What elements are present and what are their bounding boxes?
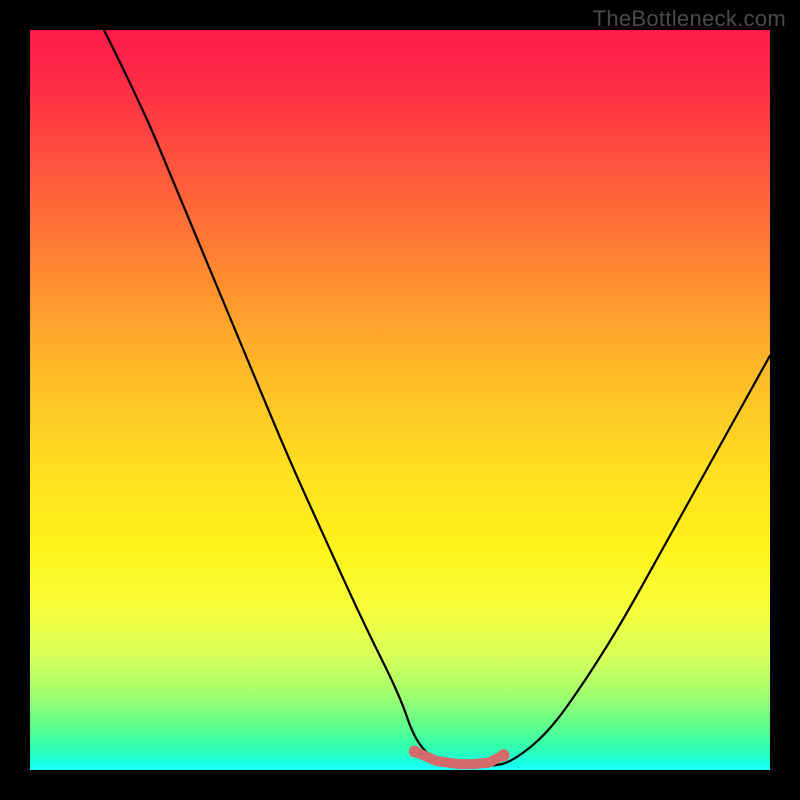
watermark-text: TheBottleneck.com [593,6,786,32]
curve-svg [30,30,770,770]
optimal-start-dot [409,746,421,758]
optimal-end-dot [498,749,510,761]
bottleneck-curve-path [104,30,770,766]
plot-area [30,30,770,770]
chart-container: TheBottleneck.com [0,0,800,800]
optimal-range-path [415,752,504,765]
